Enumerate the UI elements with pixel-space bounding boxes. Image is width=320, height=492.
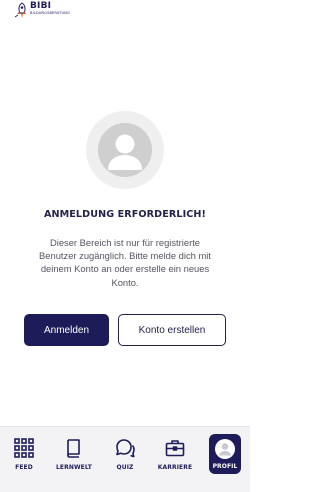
create-account-button[interactable]: Konto erstellen [118, 314, 226, 346]
chat-icon [116, 439, 135, 458]
logo-text: BIBI [30, 1, 52, 11]
nav-label-feed: FEED [15, 464, 33, 471]
nav-item-lernwelt[interactable]: LERNWELT [55, 433, 93, 477]
book-icon [67, 439, 80, 458]
logo-subtext: BILDUNGSBERATUNG [30, 11, 70, 15]
nav-label-lernwelt: LERNWELT [55, 464, 92, 471]
nav-item-quiz[interactable]: QUIZ [106, 433, 144, 477]
briefcase-icon [165, 440, 185, 457]
bottom-navigation: FEED LERNWELT QUIZ KARRIERE PROFIL [0, 426, 250, 492]
nav-item-karriere[interactable]: KARRIERE [156, 433, 194, 477]
login-required-message: Dieser Bereich ist nur für registrierte … [39, 237, 211, 288]
nav-item-feed[interactable]: FEED [5, 433, 43, 477]
avatar-placeholder [86, 111, 164, 189]
nav-label-karriere: KARRIERE [157, 464, 193, 471]
page-title: ANMELDUNG ERFORDERLICH! [43, 209, 207, 220]
user-avatar-icon [108, 134, 142, 170]
app-header: BIBI BILDUNGSBERATUNG [0, 0, 250, 24]
login-button[interactable]: Anmelden [24, 314, 109, 346]
rocket-logo-icon [14, 2, 26, 18]
profile-icon [215, 439, 235, 459]
grid-icon [14, 438, 34, 458]
app-logo[interactable]: BIBI BILDUNGSBERATUNG [13, 2, 70, 20]
nav-item-profil[interactable]: PROFIL [209, 434, 241, 474]
nav-label-profil: PROFIL [212, 463, 238, 470]
nav-label-quiz: QUIZ [116, 464, 134, 471]
